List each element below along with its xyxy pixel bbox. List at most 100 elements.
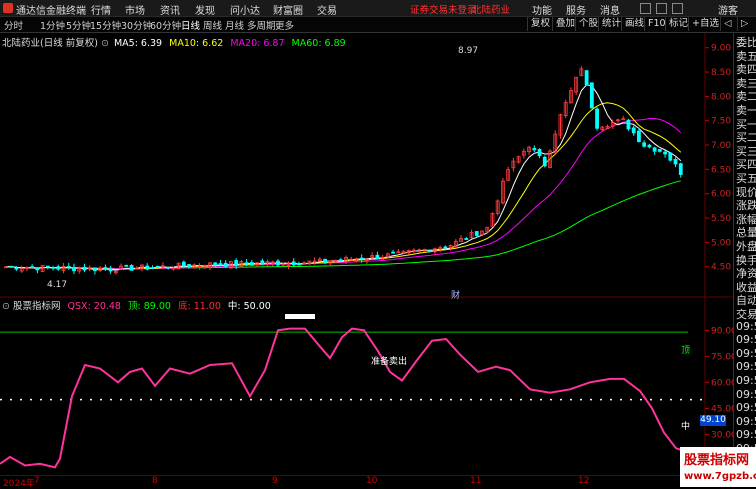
candle-body <box>218 263 223 266</box>
period-multi[interactable]: 多周期 <box>247 18 276 32</box>
ma60-path <box>5 180 681 270</box>
ma5-line <box>5 84 682 271</box>
menu-ask[interactable]: 问小达 <box>230 2 260 17</box>
candle-body <box>537 149 542 157</box>
indicator-tick-label: 60.00 <box>711 378 733 388</box>
candle-body <box>631 127 636 134</box>
minimize-icon[interactable] <box>640 3 651 14</box>
period-60min[interactable]: 60分钟 <box>150 18 181 32</box>
close-icon[interactable] <box>672 3 683 14</box>
menu-trade[interactable]: 交易 <box>317 2 337 17</box>
candle-body <box>647 144 652 148</box>
qsx-value: QSX: 20.48 <box>67 301 121 312</box>
menu-market[interactable]: 市场 <box>125 2 145 17</box>
period-1min[interactable]: 1分钟 <box>40 18 65 32</box>
quote-panel-label: 09:57 <box>736 414 756 428</box>
zhong-value: 中: 50.00 <box>227 301 271 312</box>
candle-body <box>244 262 249 265</box>
quote-panel-label: 09:57 <box>736 319 756 333</box>
restore-icon[interactable] <box>656 3 667 14</box>
quote-panel-label: 09:57 <box>736 401 756 415</box>
candle-body <box>443 246 448 249</box>
candle-body <box>678 163 683 175</box>
di-value: 底: 11.00 <box>177 301 221 312</box>
price-axis: 9.00 8.50 8.00 7.50 7.00 6.50 6.00 5.50 5.00 4.50 <box>705 44 731 273</box>
period-5min[interactable]: 5分钟 <box>66 18 91 32</box>
chart-canvas[interactable]: 9.00 8.50 8.00 7.50 7.00 6.50 6.00 5.50 5.00 4.50… <box>0 33 733 475</box>
menu-service[interactable]: 服务 <box>566 2 586 17</box>
adjust-button[interactable]: 复权 <box>527 17 553 31</box>
indicator-tick-label: 45.00 <box>711 404 733 414</box>
ding-value: 顶: 89.00 <box>128 301 171 312</box>
title-bar: 通达信金融终端 行情 市场 资讯 发现 问小达 财富圈 交易 证券交易未登录 北… <box>0 0 756 17</box>
candle-body <box>652 147 657 152</box>
period-30min[interactable]: 30分钟 <box>121 18 152 32</box>
candle-body <box>291 261 296 266</box>
period-tick[interactable]: 分时 <box>4 18 23 32</box>
price-tick-label: 4.50 <box>711 263 731 273</box>
guest-label[interactable]: 游客 <box>718 2 738 17</box>
quote-panel: 委比 卖五 卖四 卖三 卖二 卖一 买一 买二 买三 买四 买五 现价 涨跌 涨幅 总量 外盘 换手 净资 收益 自动… <box>733 33 756 487</box>
add-favorite-button[interactable]: +自选 <box>688 17 722 31</box>
period-weekly[interactable]: 周线 <box>203 18 222 32</box>
candle-body <box>338 259 343 262</box>
price-tick-label: 7.50 <box>711 117 731 127</box>
candle-body <box>359 257 364 260</box>
date-label: 12 <box>578 476 590 486</box>
candle-body <box>66 265 71 268</box>
next-button[interactable]: ▷ <box>737 17 751 31</box>
candle-body <box>35 267 40 271</box>
candle-body <box>4 266 8 269</box>
ma60-line <box>5 180 681 270</box>
finance-marker[interactable]: 财 <box>451 288 460 301</box>
candle-body <box>297 262 301 266</box>
candle-body <box>595 108 599 129</box>
login-warning[interactable]: 证券交易未登录 <box>410 2 477 16</box>
candles <box>4 66 683 275</box>
stock-name-title: 北陆药业 <box>472 5 511 16</box>
period-monthly[interactable]: 月线 <box>225 18 244 32</box>
date-label: 9 <box>272 476 278 486</box>
menu-function[interactable]: 功能 <box>532 2 552 17</box>
date-label: 7 <box>34 476 40 486</box>
menu-discover[interactable]: 发现 <box>195 2 215 17</box>
candle-body <box>542 156 547 167</box>
price-tick-label: 6.00 <box>711 190 731 200</box>
menu-message[interactable]: 消息 <box>600 2 620 17</box>
quote-panel-label: 09:57 <box>736 346 756 360</box>
candle-body <box>56 266 61 270</box>
candle-body <box>673 159 678 165</box>
candle-body <box>181 261 186 267</box>
menu-news[interactable]: 资讯 <box>160 2 180 17</box>
period-15min[interactable]: 15分钟 <box>90 18 121 32</box>
candle-body <box>375 254 380 260</box>
settings-icon[interactable]: ⊙ <box>2 301 10 312</box>
candle-body <box>166 266 171 269</box>
quote-panel-label: 09:57 <box>736 374 756 387</box>
candle-body <box>155 265 160 268</box>
candle-body <box>323 258 327 263</box>
candle-body <box>391 251 395 254</box>
sell-annotation: 准备卖出 <box>371 357 408 367</box>
period-daily[interactable]: 日线 <box>181 18 200 32</box>
chart-title: 北陆药业(日线 前复权) <box>2 38 98 49</box>
qsx-path <box>0 327 687 469</box>
candle-body <box>621 118 626 121</box>
ma10-path <box>5 102 682 271</box>
candle-body <box>9 265 14 268</box>
menu-quotes[interactable]: 行情 <box>91 2 111 17</box>
indicator-axis: 90.0075.0060.0045.0030.0015.00 <box>705 326 733 466</box>
menu-wealth[interactable]: 财富圈 <box>273 2 303 17</box>
candle-body <box>93 267 97 272</box>
period-more[interactable]: 更多 <box>275 18 294 32</box>
candle-body <box>150 267 155 270</box>
settings-icon[interactable]: ⊙ <box>101 38 109 49</box>
qsx-line <box>0 327 687 469</box>
ma20-path <box>5 117 682 270</box>
watermark-title: 股票指标网 <box>684 453 750 468</box>
candle-body <box>213 262 218 266</box>
ma10-line <box>5 102 682 271</box>
prev-button[interactable]: ◁ <box>720 17 734 31</box>
high-price-label: 8.97 <box>458 46 479 56</box>
candle-body <box>584 70 589 86</box>
